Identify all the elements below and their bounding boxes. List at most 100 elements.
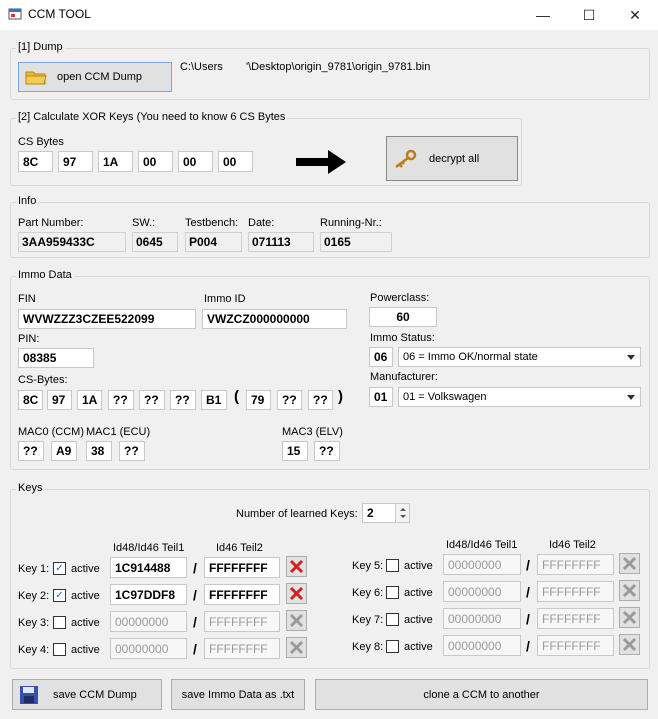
immo-cs-extra-input[interactable]: 79 <box>246 390 271 410</box>
open-ccm-dump-button[interactable]: open CCM Dump <box>18 62 172 92</box>
col-teil2-right: Id46 Teil2 <box>549 539 596 551</box>
manufacturer-select[interactable]: 01 = Volkswagen <box>398 387 641 407</box>
fin-label: FIN <box>18 293 36 305</box>
immo-cs-byte-input[interactable]: ?? <box>170 390 196 410</box>
key-teil2-input[interactable]: FFFFFFFF <box>537 554 614 575</box>
mac0-input[interactable]: ?? <box>18 441 44 461</box>
key-teil2-input[interactable]: FFFFFFFF <box>537 635 614 656</box>
key-active-checkbox[interactable] <box>386 640 399 653</box>
immo-cs-byte-input[interactable]: ?? <box>139 390 165 410</box>
immo-id-input[interactable]: VWZCZ000000000 <box>202 309 347 329</box>
immo-cs-byte-input[interactable]: B1 <box>201 390 227 410</box>
key-label: Key 2: <box>18 590 50 602</box>
dump-path-suffix: '\Desktop\origin_9781\origin_9781.bin <box>246 61 431 73</box>
delete-key-button[interactable] <box>619 607 640 628</box>
immo-cs-byte-input[interactable]: 1A <box>77 390 102 410</box>
slash-separator: / <box>193 560 197 576</box>
delete-key-button[interactable] <box>619 634 640 655</box>
delete-key-button[interactable] <box>619 553 640 574</box>
immo-cs-extra-input[interactable]: ?? <box>308 390 333 410</box>
immo-status-select[interactable]: 06 = Immo OK/normal state <box>398 347 641 367</box>
key-teil1-input[interactable]: 00000000 <box>110 638 187 659</box>
key-teil2-input[interactable]: FFFFFFFF <box>537 608 614 629</box>
learned-keys-stepper[interactable]: 2 <box>362 503 410 523</box>
delete-key-button[interactable] <box>286 610 307 631</box>
decrypt-all-label: decrypt all <box>429 152 480 165</box>
key-label: Key 8: <box>352 641 384 653</box>
paren-close: ) <box>338 388 343 405</box>
key-active-checkbox[interactable]: ✓ <box>53 589 66 602</box>
powerclass-input[interactable]: 60 <box>369 307 437 327</box>
key-teil1-input[interactable]: 00000000 <box>110 611 187 632</box>
learned-keys-value: 2 <box>367 506 374 520</box>
immo-cs-byte-input[interactable]: ?? <box>108 390 134 410</box>
arrow-right-icon <box>296 150 346 174</box>
key-icon <box>395 149 417 168</box>
key-active-checkbox[interactable] <box>386 613 399 626</box>
clone-ccm-button[interactable]: clone a CCM to another <box>315 679 648 710</box>
key-label: Key 1: <box>18 563 50 575</box>
sw-label: SW.: <box>132 217 156 229</box>
key-active-checkbox[interactable] <box>386 586 399 599</box>
mac3-input[interactable]: 15 <box>282 441 308 461</box>
key-label: Key 3: <box>18 617 50 629</box>
immo-status-code[interactable]: 06 <box>369 347 393 367</box>
cs-byte-input[interactable]: 00 <box>218 151 253 172</box>
cs-byte-input[interactable]: 97 <box>58 151 93 172</box>
pin-input[interactable]: 08385 <box>18 348 94 368</box>
immo-cs-extra-input[interactable]: ?? <box>277 390 302 410</box>
key-teil1-input[interactable]: 1C97DDF8 <box>110 584 187 605</box>
delete-key-button[interactable] <box>286 583 307 604</box>
key-active-checkbox[interactable]: ✓ <box>53 562 66 575</box>
learned-keys-label: Number of learned Keys: <box>236 508 358 520</box>
save-immo-txt-button[interactable]: save Immo Data as .txt <box>171 679 305 710</box>
fin-input[interactable]: WVWZZZ3CZEE522099 <box>18 309 196 329</box>
key-teil2-input[interactable]: FFFFFFFF <box>204 611 280 632</box>
cs-byte-input[interactable]: 00 <box>178 151 213 172</box>
delete-key-button[interactable] <box>286 637 307 658</box>
key-teil2-input[interactable]: FFFFFFFF <box>204 557 280 578</box>
key-teil2-input[interactable]: FFFFFFFF <box>537 581 614 602</box>
close-button[interactable]: ✕ <box>612 0 658 30</box>
slash-separator: / <box>193 641 197 657</box>
date-label: Date: <box>248 217 275 229</box>
key-teil1-input[interactable]: 1C914488 <box>110 557 187 578</box>
key-teil1-input[interactable]: 00000000 <box>443 608 521 629</box>
mac1-input[interactable]: 38 <box>86 441 112 461</box>
cs-byte-input[interactable]: 00 <box>138 151 173 172</box>
save-ccm-dump-button[interactable]: save CCM Dump <box>12 679 162 710</box>
window-title: CCM TOOL <box>28 7 91 21</box>
maximize-button[interactable]: ☐ <box>566 0 612 30</box>
mac3-input[interactable]: ?? <box>314 441 340 461</box>
key-active-checkbox[interactable] <box>386 559 399 572</box>
key-active-checkbox[interactable] <box>53 643 66 656</box>
key-active-checkbox[interactable] <box>53 616 66 629</box>
key-teil2-input[interactable]: FFFFFFFF <box>204 638 280 659</box>
slash-separator: / <box>526 611 530 627</box>
stepper-arrows[interactable] <box>395 504 409 522</box>
immo-id-label: Immo ID <box>204 293 246 305</box>
key-teil1-input[interactable]: 00000000 <box>443 581 521 602</box>
key-teil2-input[interactable]: FFFFFFFF <box>204 584 280 605</box>
key-teil1-input[interactable]: 00000000 <box>443 554 521 575</box>
dump-path-prefix: C:\Users <box>180 61 223 73</box>
manufacturer-code[interactable]: 01 <box>369 387 393 407</box>
active-label: active <box>404 641 433 653</box>
active-label: active <box>404 614 433 626</box>
immo-cs-byte-input[interactable]: 8C <box>18 390 43 410</box>
active-label: active <box>71 617 100 629</box>
cs-byte-input[interactable]: 8C <box>18 151 53 172</box>
delete-key-button[interactable] <box>619 580 640 601</box>
keys-group-title: Keys <box>16 482 45 494</box>
immo-cs-byte-input[interactable]: 97 <box>47 390 72 410</box>
mac1-input[interactable]: ?? <box>119 441 145 461</box>
save-immo-txt-label: save Immo Data as .txt <box>181 688 295 701</box>
key-teil1-input[interactable]: 00000000 <box>443 635 521 656</box>
xor-group-title: [2] Calculate XOR Keys (You need to know… <box>16 111 288 123</box>
minimize-button[interactable]: — <box>520 0 566 30</box>
delete-key-button[interactable] <box>286 556 307 577</box>
active-label: active <box>71 563 100 575</box>
mac1-input[interactable]: A9 <box>51 441 77 461</box>
cs-byte-input[interactable]: 1A <box>98 151 133 172</box>
decrypt-all-button[interactable]: decrypt all <box>386 136 518 181</box>
